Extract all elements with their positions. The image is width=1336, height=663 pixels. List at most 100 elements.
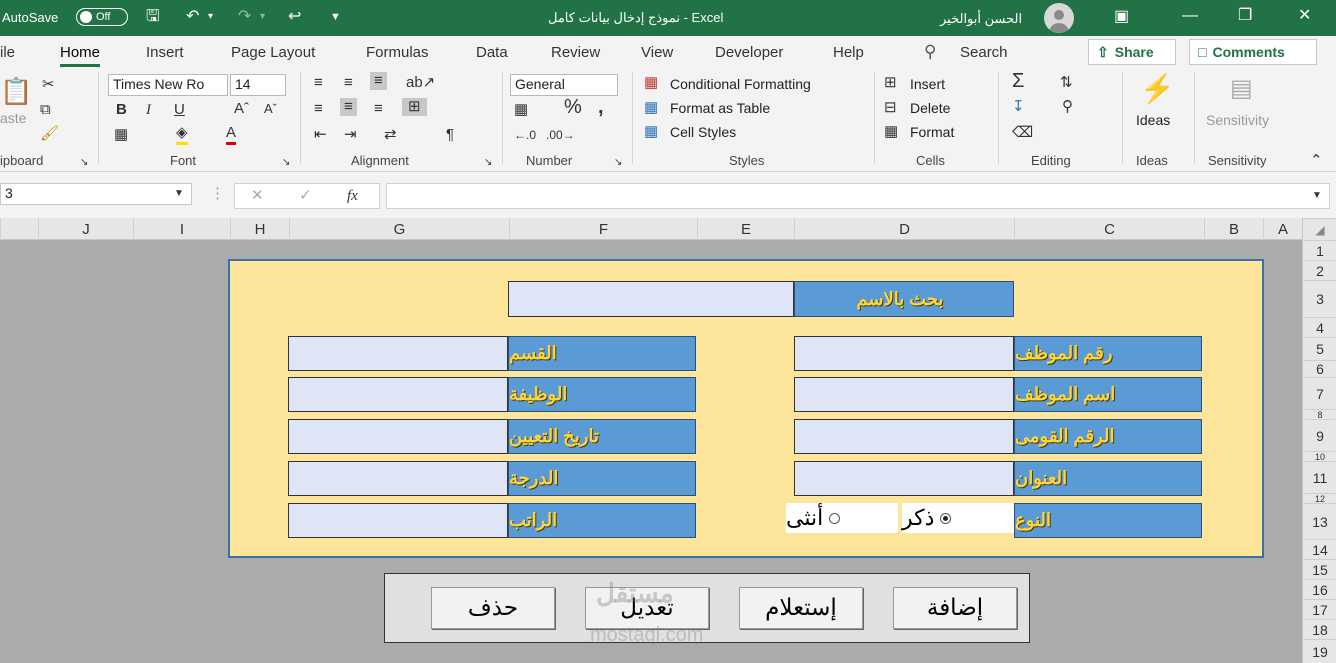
add-button[interactable]: إضافة	[893, 587, 1017, 629]
formula-input[interactable]	[386, 183, 1330, 209]
row-header-18[interactable]: 18	[1303, 619, 1336, 639]
row-header-3[interactable]: 3	[1303, 280, 1336, 317]
alignment-launcher-icon[interactable]: ↘	[484, 154, 492, 172]
clipboard-launcher-icon[interactable]: ↘	[80, 154, 88, 172]
row-header-1[interactable]: 1	[1303, 240, 1336, 260]
decrease-indent-icon[interactable]: ⇤	[314, 126, 327, 144]
tab-home[interactable]: Home	[60, 44, 101, 67]
undo-dropdown-icon[interactable]: ▾	[208, 9, 213, 25]
close-icon[interactable]: ✕	[1298, 8, 1311, 24]
accounting-icon[interactable]: ▦	[514, 101, 528, 119]
tab-review[interactable]: Review	[551, 44, 600, 61]
find-select-icon[interactable]: ⚲	[1062, 98, 1073, 116]
align-bottom-icon[interactable]: ≡	[370, 72, 387, 90]
row-header-12[interactable]: 12	[1303, 493, 1336, 504]
copy-icon[interactable]: ⧉	[40, 101, 51, 119]
align-center-icon[interactable]: ≡	[340, 98, 357, 116]
customize-qat-icon[interactable]: ▼	[330, 9, 341, 25]
redo-icon[interactable]: ↷	[238, 9, 251, 25]
save-icon[interactable]: 🖫	[146, 9, 160, 25]
tab-page-layout[interactable]: Page Layout	[231, 44, 315, 61]
hire-date-input[interactable]	[288, 419, 508, 454]
font-launcher-icon[interactable]: ↘	[282, 154, 290, 172]
row-header-13[interactable]: 13	[1303, 503, 1336, 539]
search-icon[interactable]: ⚲	[924, 42, 936, 62]
query-button[interactable]: إستعلام	[739, 587, 863, 629]
job-input[interactable]	[288, 377, 508, 412]
align-right-icon[interactable]: ≡	[374, 100, 383, 118]
redo-dropdown-icon[interactable]: ▾	[260, 9, 265, 25]
search-name-input[interactable]	[508, 281, 794, 317]
share-button[interactable]: ⇧ Share	[1088, 39, 1176, 65]
column-header-d[interactable]: D	[794, 218, 1014, 240]
autosave-toggle[interactable]: Off	[76, 8, 128, 26]
row-header-2[interactable]: 2	[1303, 260, 1336, 280]
row-header-4[interactable]: 4	[1303, 317, 1336, 337]
employee-name-input[interactable]	[794, 377, 1014, 412]
row-header-17[interactable]: 17	[1303, 599, 1336, 619]
number-format-select[interactable]: General	[510, 74, 618, 96]
row-header-7[interactable]: 7	[1303, 377, 1336, 409]
ribbon-display-icon[interactable]: ▣	[1114, 9, 1129, 25]
increase-font-icon[interactable]: Aˆ	[234, 100, 249, 118]
comments-button[interactable]: □ Comments	[1189, 39, 1317, 65]
font-size-select[interactable]: 14	[230, 74, 286, 96]
restore-icon[interactable]: ❐	[1238, 8, 1252, 24]
column-header-a[interactable]: A	[1263, 218, 1302, 240]
fill-icon[interactable]: ↧	[1012, 98, 1025, 116]
borders-icon[interactable]: ▦	[114, 126, 128, 144]
row-header-14[interactable]: 14	[1303, 539, 1336, 559]
comma-icon[interactable]: ,	[598, 97, 604, 117]
enter-icon[interactable]: ✓	[299, 187, 312, 205]
grade-input[interactable]	[288, 461, 508, 496]
align-top-icon[interactable]: ≡	[314, 74, 323, 92]
search-box[interactable]: Search	[960, 44, 1008, 61]
increase-indent-icon[interactable]: ⇥	[344, 126, 357, 144]
employee-id-input[interactable]	[794, 336, 1014, 371]
align-left-icon[interactable]: ≡	[314, 100, 323, 118]
address-input[interactable]	[794, 461, 1014, 496]
column-header[interactable]	[0, 218, 38, 240]
column-header-e[interactable]: E	[697, 218, 794, 240]
sort-filter-icon[interactable]: ⇅	[1060, 74, 1073, 92]
row-header-9[interactable]: 9	[1303, 419, 1336, 451]
cut-icon[interactable]: ✂	[42, 76, 55, 94]
tab-insert[interactable]: Insert	[146, 44, 184, 61]
number-launcher-icon[interactable]: ↘	[614, 154, 622, 172]
bold-icon[interactable]: B	[116, 101, 127, 119]
decrease-decimal-icon[interactable]: .00→	[546, 126, 575, 144]
column-header-b[interactable]: B	[1204, 218, 1263, 240]
column-header-c[interactable]: C	[1014, 218, 1204, 240]
tab-view[interactable]: View	[641, 44, 673, 61]
autosum-icon[interactable]: Σ	[1012, 71, 1024, 91]
form-icon[interactable]: ↩	[288, 9, 301, 25]
select-all-corner[interactable]: ◢	[1303, 218, 1336, 240]
format-as-table-button[interactable]: Format as Table	[670, 100, 770, 116]
name-box[interactable]: 3	[0, 183, 192, 205]
clear-icon[interactable]: ⌫	[1012, 124, 1033, 142]
national-id-input[interactable]	[794, 419, 1014, 454]
ideas-button[interactable]: Ideas	[1136, 112, 1170, 128]
italic-icon[interactable]: I	[146, 101, 151, 119]
percent-icon[interactable]: %	[564, 97, 582, 117]
tab-file[interactable]: ile	[0, 44, 15, 61]
increase-decimal-icon[interactable]: ←.0	[514, 126, 536, 144]
row-header-19[interactable]: 19	[1303, 639, 1336, 663]
column-header-h[interactable]: H	[230, 218, 289, 240]
font-name-select[interactable]: Times New Ro	[108, 74, 228, 96]
fill-color-icon[interactable]: ◈	[176, 124, 188, 145]
expand-formula-icon[interactable]: ▼	[1312, 187, 1322, 205]
ideas-icon[interactable]: ⚡	[1140, 72, 1175, 105]
minimize-icon[interactable]: —	[1182, 8, 1198, 24]
insert-function-icon[interactable]: fx	[347, 187, 358, 205]
conditional-formatting-button[interactable]: Conditional Formatting	[670, 76, 811, 92]
orientation-icon[interactable]: ab↗	[406, 74, 435, 92]
row-header-16[interactable]: 16	[1303, 579, 1336, 599]
text-direction-icon[interactable]: ⇄	[384, 126, 397, 144]
collapse-ribbon-icon[interactable]: ⌃	[1310, 152, 1323, 170]
row-header-5[interactable]: 5	[1303, 337, 1336, 360]
insert-cells-button[interactable]: Insert	[910, 76, 945, 92]
decrease-font-icon[interactable]: Aˇ	[264, 100, 277, 118]
tab-formulas[interactable]: Formulas	[366, 44, 429, 61]
cell-styles-button[interactable]: Cell Styles	[670, 124, 736, 140]
